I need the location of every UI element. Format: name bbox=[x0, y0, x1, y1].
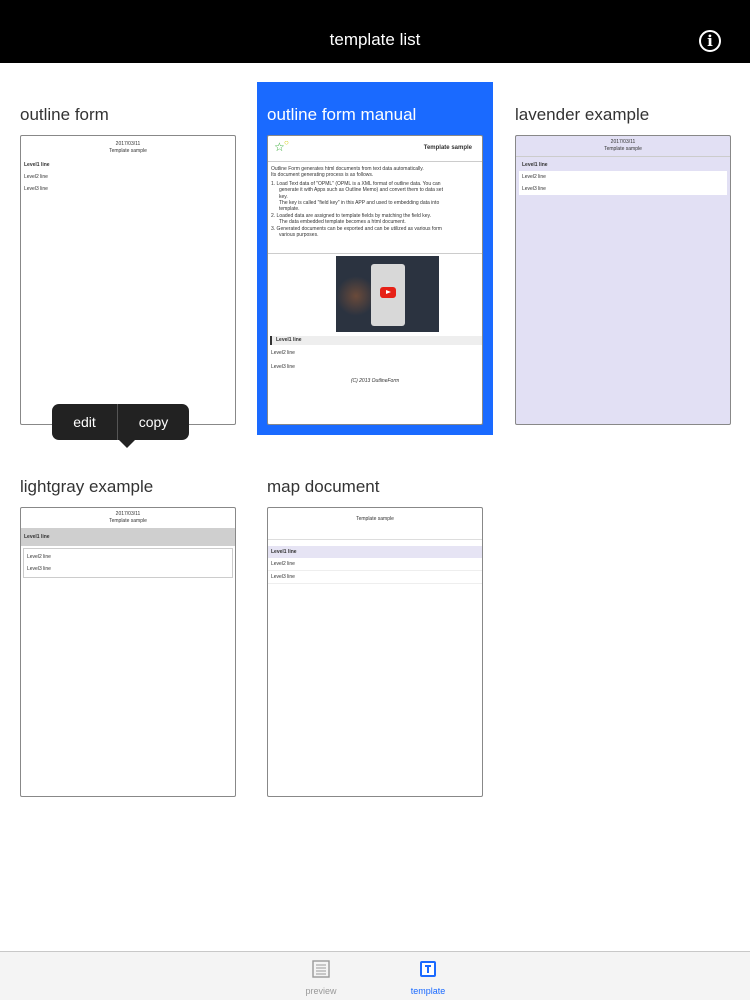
template-thumbnail-lavender-example[interactable]: 2017/03/11 Template sample Level1 line L… bbox=[515, 135, 731, 425]
thumb-level1: Level1 line bbox=[268, 546, 482, 558]
navigation-bar: template list i bbox=[0, 0, 750, 63]
template-thumbnail-map-document[interactable]: Template sample Level1 line Level2 line … bbox=[267, 507, 483, 797]
context-menu-arrow bbox=[119, 440, 135, 448]
template-icon bbox=[420, 961, 436, 977]
thumb-body-text: Outline Form generates html documents fr… bbox=[268, 162, 482, 254]
thumb-header-title: Template sample bbox=[423, 145, 472, 151]
tab-preview[interactable]: preview bbox=[286, 952, 356, 1000]
page-title: template list bbox=[329, 30, 421, 49]
thumb-copyright: (C) 2013 OutlineForm bbox=[350, 378, 400, 384]
tab-bar: preview template bbox=[0, 951, 750, 1000]
template-thumbnail-outline-form[interactable]: 2017/03/11 Template sample Level1 line L… bbox=[20, 135, 236, 425]
video-thumbnail bbox=[336, 256, 439, 332]
template-title-outline-form-manual: outline form manual bbox=[267, 105, 417, 124]
circle-logo-icon: ○ bbox=[284, 138, 289, 147]
context-menu: edit copy bbox=[52, 404, 189, 440]
thumb-level3: Level3 line bbox=[271, 364, 295, 370]
thumb-content-box: Level2 line Level3 line bbox=[23, 548, 233, 578]
template-thumbnail-outline-form-manual[interactable]: ☆ ○ Template sample Outline Form generat… bbox=[267, 135, 483, 425]
preview-icon bbox=[312, 960, 330, 978]
thumb-date: 2017/03/11 bbox=[115, 141, 141, 147]
tab-template-label: template bbox=[410, 986, 446, 996]
thumb-level2: Level2 line bbox=[27, 554, 51, 560]
thumb-date: 2017/03/11 bbox=[115, 511, 141, 517]
template-title-outline-form: outline form bbox=[20, 105, 109, 124]
template-title-map-document: map document bbox=[267, 477, 380, 496]
thumb-header: ☆ ○ Template sample bbox=[268, 136, 482, 162]
thumb-level2: Level2 line bbox=[271, 350, 295, 356]
thumb-level3: Level3 line bbox=[27, 566, 51, 572]
tab-template[interactable]: template bbox=[393, 952, 463, 1000]
template-title-lightgray-example: lightgray example bbox=[20, 477, 154, 496]
thumb-level1: Level1 line bbox=[24, 162, 50, 168]
thumb-sample: Template sample bbox=[516, 146, 730, 157]
edit-button[interactable]: edit bbox=[52, 404, 117, 440]
thumb-level1: Level1 line bbox=[519, 159, 727, 171]
thumb-content-box: Level1 line Level2 line Level3 line bbox=[519, 159, 727, 195]
thumb-level1: Level1 line bbox=[270, 336, 482, 345]
thumb-level2: Level2 line bbox=[268, 558, 482, 571]
thumb-level3: Level3 line bbox=[268, 571, 482, 584]
tab-preview-label: preview bbox=[305, 986, 337, 996]
template-thumbnail-lightgray-example[interactable]: 2017/03/11 Template sample Level1 line L… bbox=[20, 507, 236, 797]
thumb-level2: Level2 line bbox=[522, 174, 546, 180]
copy-button[interactable]: copy bbox=[118, 404, 189, 440]
thumb-sample: Template sample bbox=[109, 148, 147, 154]
thumb-level3: Level3 line bbox=[24, 186, 48, 192]
info-icon[interactable]: i bbox=[699, 30, 721, 52]
thumb-sample: Template sample bbox=[268, 516, 482, 540]
thumb-level3: Level3 line bbox=[522, 186, 546, 192]
thumb-date: 2017/03/11 bbox=[610, 139, 636, 145]
thumb-level2: Level2 line bbox=[24, 174, 48, 180]
template-title-lavender-example: lavender example bbox=[515, 105, 650, 124]
thumb-level1: Level1 line bbox=[21, 528, 235, 546]
thumb-sample: Template sample bbox=[109, 518, 147, 524]
play-icon bbox=[380, 287, 396, 298]
